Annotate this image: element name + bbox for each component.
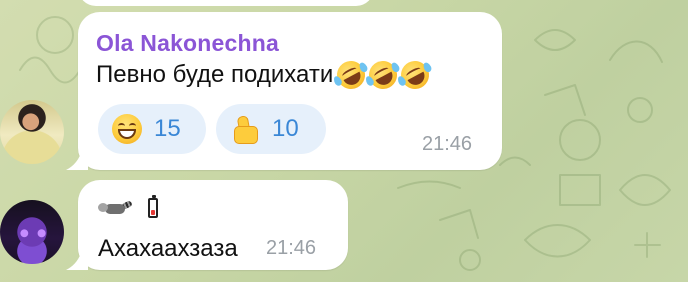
thumbs-up-icon — [230, 114, 260, 144]
rolling-on-floor-laughing-icon — [396, 56, 435, 94]
message-text-row: Певно буде подихати — [96, 56, 435, 94]
rolling-on-floor-laughing-icon — [332, 56, 371, 94]
raccoon-icon — [98, 198, 133, 218]
message-emoji-row — [98, 195, 158, 218]
message-text: Ахахаахзаза — [98, 235, 238, 262]
message-time: 21:46 — [266, 237, 317, 259]
sender-name[interactable]: Ola Nakonechna — [96, 30, 279, 57]
reaction-count: 15 — [154, 115, 181, 142]
reaction-count: 10 — [272, 115, 299, 142]
avatar[interactable] — [0, 200, 64, 264]
message-tail — [66, 250, 88, 270]
low-battery-icon — [148, 195, 158, 218]
previous-message-bubble-edge — [78, 0, 374, 6]
avatar[interactable] — [0, 100, 64, 164]
grinning-face-icon — [112, 114, 142, 144]
reaction-grinning-face[interactable]: 15 — [98, 104, 206, 154]
message-text: Певно буде подихати — [96, 61, 334, 88]
rolling-on-floor-laughing-icon — [364, 56, 403, 94]
message-time: 21:46 — [422, 133, 473, 155]
message-tail — [66, 150, 88, 170]
reaction-thumbs-up[interactable]: 10 — [216, 104, 326, 154]
